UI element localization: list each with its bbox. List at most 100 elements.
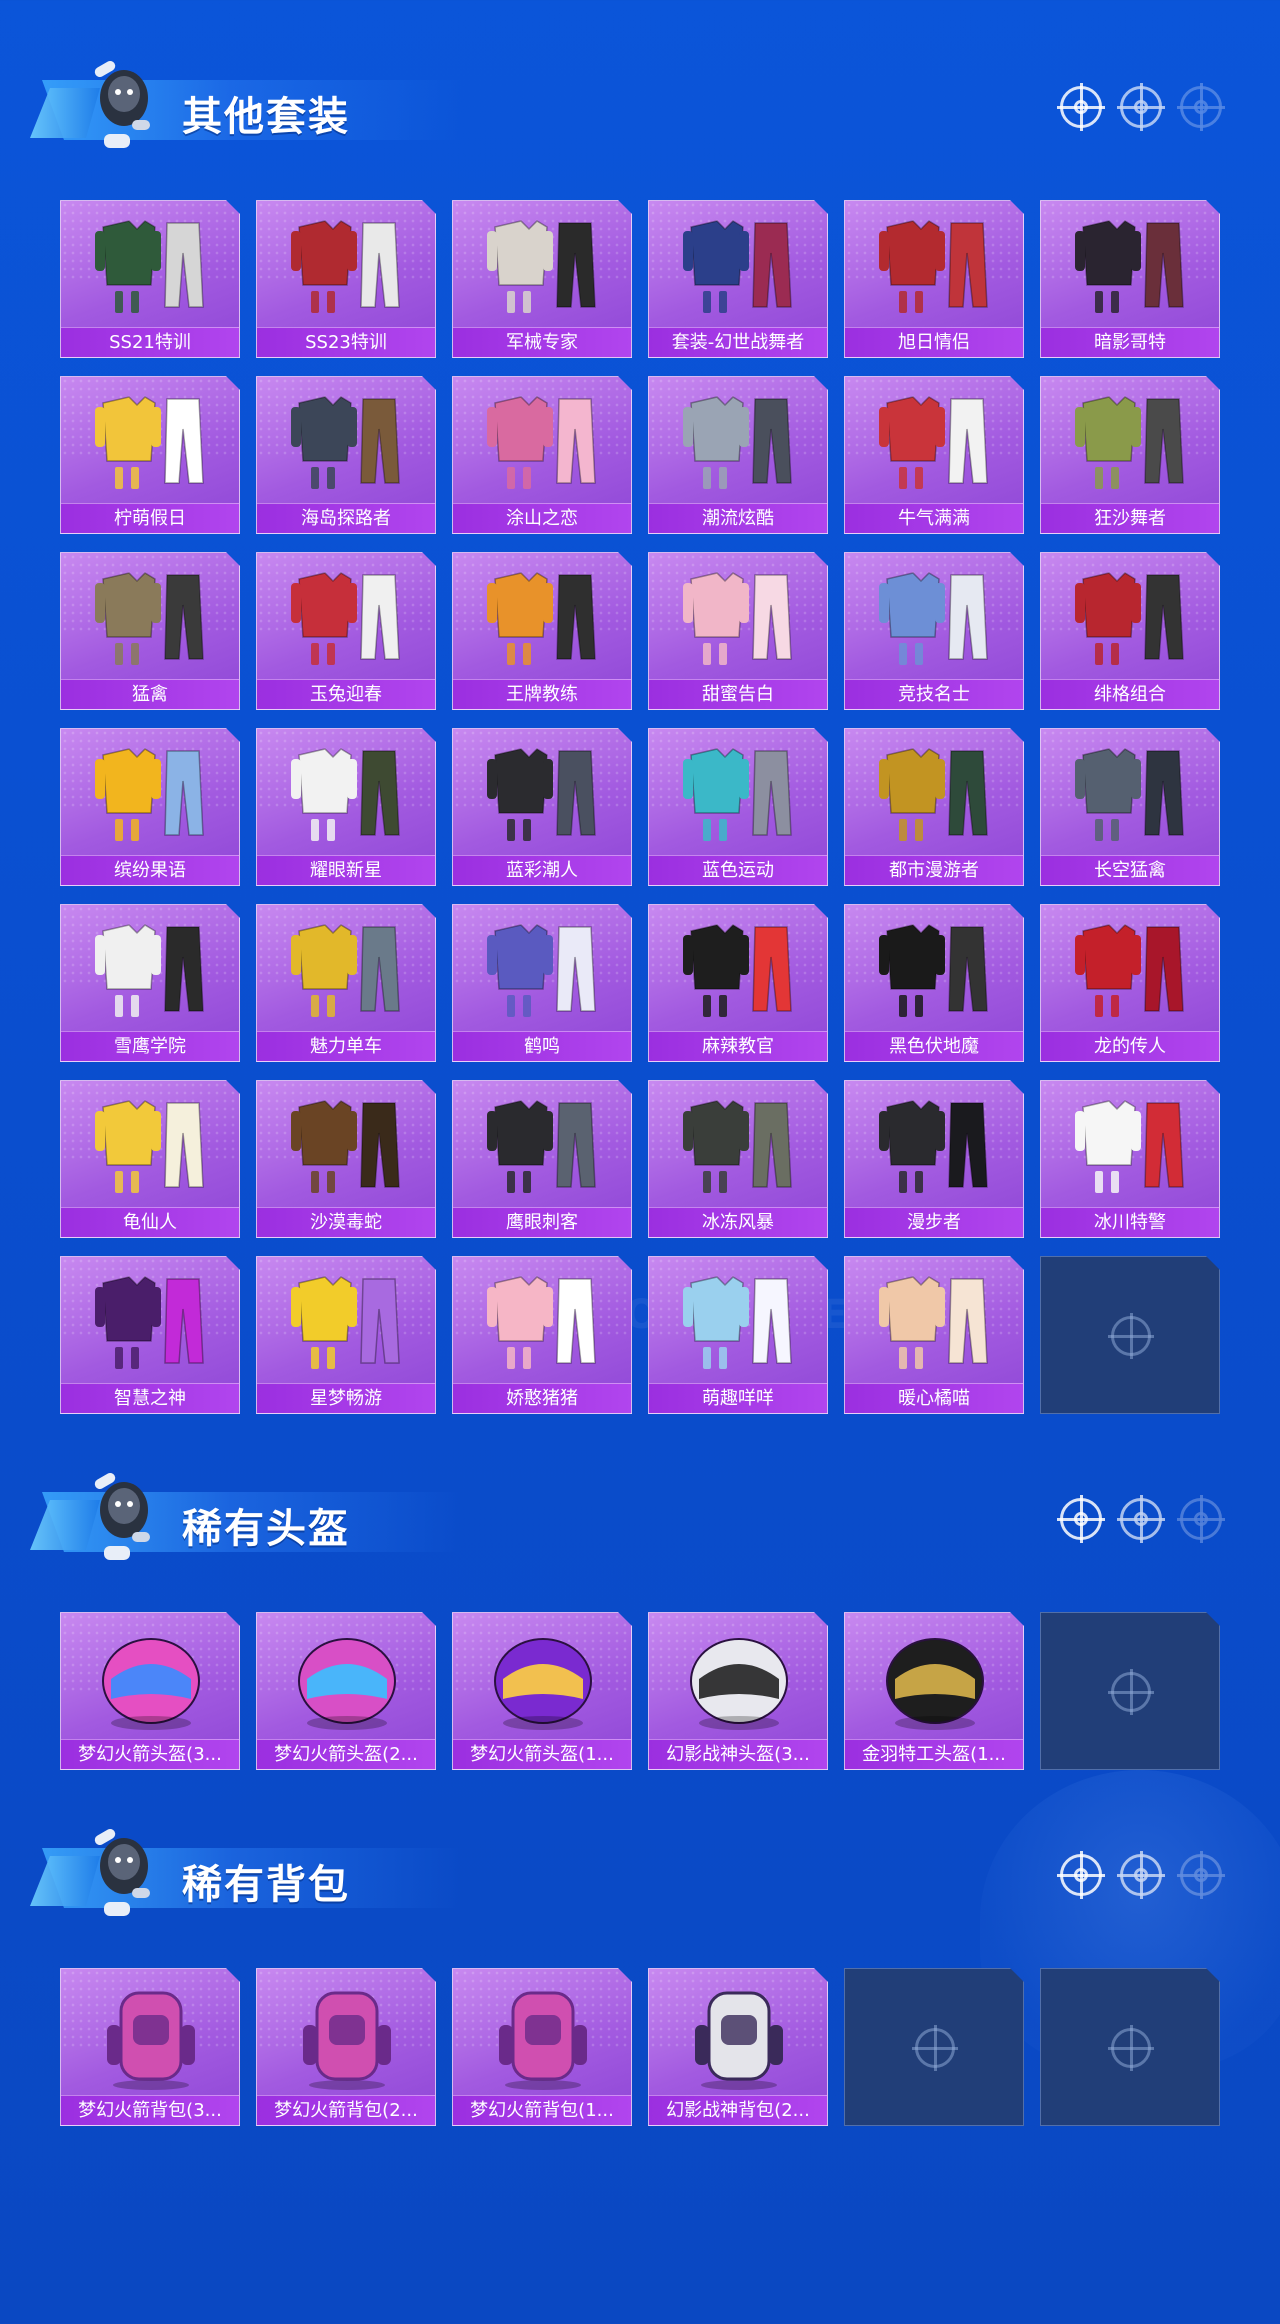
outfit-pink-robe-icon bbox=[473, 383, 613, 503]
crosshair-icon[interactable] bbox=[1177, 83, 1225, 131]
item-card[interactable]: 幻影战神头盔(3... bbox=[648, 1612, 828, 1770]
item-label: 竞技名士 bbox=[845, 679, 1023, 709]
backpack-pink-icon bbox=[277, 1975, 417, 2095]
outfit-red-plaid-icon bbox=[1061, 559, 1201, 679]
item-card[interactable]: 旭日情侣 bbox=[844, 200, 1024, 358]
outfit-yellow-tee-icon bbox=[277, 911, 417, 1031]
item-card[interactable]: 竞技名士 bbox=[844, 552, 1024, 710]
item-card[interactable]: 鹰眼刺客 bbox=[452, 1080, 632, 1238]
outfit-crane-hoodie-icon bbox=[473, 911, 613, 1031]
outfit-fruit-icon bbox=[81, 735, 221, 855]
item-card[interactable]: 智慧之神 bbox=[60, 1256, 240, 1414]
crosshair-icon[interactable] bbox=[1117, 1495, 1165, 1543]
item-card[interactable]: 柠萌假日 bbox=[60, 376, 240, 534]
item-card[interactable]: SS23特训 bbox=[256, 200, 436, 358]
empty-slot bbox=[1040, 1968, 1220, 2126]
item-card[interactable]: 萌趣咩咩 bbox=[648, 1256, 828, 1414]
item-card[interactable]: 梦幻火箭头盔(1... bbox=[452, 1612, 632, 1770]
item-card[interactable]: 王牌教练 bbox=[452, 552, 632, 710]
item-card[interactable]: 幻影战神背包(2... bbox=[648, 1968, 828, 2126]
item-card[interactable]: 玉兔迎春 bbox=[256, 552, 436, 710]
item-card[interactable]: 蓝色运动 bbox=[648, 728, 828, 886]
item-card[interactable]: 涂山之恋 bbox=[452, 376, 632, 534]
item-label: 冰川特警 bbox=[1041, 1207, 1219, 1237]
crosshair-icon[interactable] bbox=[1057, 1851, 1105, 1899]
item-card[interactable]: 黑色伏地魔 bbox=[844, 904, 1024, 1062]
outfit-orange-vest-icon bbox=[473, 559, 613, 679]
item-card[interactable]: 梦幻火箭背包(1... bbox=[452, 1968, 632, 2126]
outfit-silver-jacket-icon bbox=[669, 383, 809, 503]
outfit-desert-scarf-icon bbox=[1061, 383, 1201, 503]
item-card[interactable]: 暖心橘喵 bbox=[844, 1256, 1024, 1414]
item-label: 海岛探路者 bbox=[257, 503, 435, 533]
mascot-icon bbox=[88, 1818, 160, 1926]
outfit-black-hoodie-icon bbox=[865, 911, 1005, 1031]
item-card[interactable]: 漫步者 bbox=[844, 1080, 1024, 1238]
item-card[interactable]: 暗影哥特 bbox=[1040, 200, 1220, 358]
item-label: 鹰眼刺客 bbox=[453, 1207, 631, 1237]
item-card[interactable]: 娇憨猪猪 bbox=[452, 1256, 632, 1414]
item-card[interactable]: 甜蜜告白 bbox=[648, 552, 828, 710]
item-card[interactable]: 梦幻火箭背包(3... bbox=[60, 1968, 240, 2126]
crosshair-icon[interactable] bbox=[1057, 1495, 1105, 1543]
item-card[interactable]: 牛气满满 bbox=[844, 376, 1024, 534]
item-card[interactable]: 长空猛禽 bbox=[1040, 728, 1220, 886]
item-card[interactable]: 军械专家 bbox=[452, 200, 632, 358]
outfit-yellow-dress-icon bbox=[81, 383, 221, 503]
outfit-striped-icon bbox=[669, 911, 809, 1031]
outfit-red-jacket-icon bbox=[277, 207, 417, 327]
item-card[interactable]: 梦幻火箭头盔(2... bbox=[256, 1612, 436, 1770]
item-label: 梦幻火箭背包(1... bbox=[453, 2095, 631, 2125]
item-card[interactable]: 沙漠毒蛇 bbox=[256, 1080, 436, 1238]
backpack-pink-icon bbox=[81, 1975, 221, 2095]
helmet-white-icon bbox=[669, 1619, 809, 1739]
outfit-red-festive-icon bbox=[865, 383, 1005, 503]
item-card[interactable]: 冰川特警 bbox=[1040, 1080, 1220, 1238]
item-card[interactable]: 耀眼新星 bbox=[256, 728, 436, 886]
item-card[interactable]: 猛禽 bbox=[60, 552, 240, 710]
item-label: 狂沙舞者 bbox=[1041, 503, 1219, 533]
item-card[interactable]: 雪鹰学院 bbox=[60, 904, 240, 1062]
helmet-black-gold-icon bbox=[865, 1619, 1005, 1739]
crosshair-icon[interactable] bbox=[1117, 1851, 1165, 1899]
item-card[interactable]: 蓝彩潮人 bbox=[452, 728, 632, 886]
item-card[interactable]: 套装-幻世战舞者 bbox=[648, 200, 828, 358]
item-card[interactable]: 狂沙舞者 bbox=[1040, 376, 1220, 534]
item-card[interactable]: 冰冻风暴 bbox=[648, 1080, 828, 1238]
empty-slot bbox=[844, 1968, 1024, 2126]
item-card[interactable]: SS21特训 bbox=[60, 200, 240, 358]
outfit-khaki-icon bbox=[81, 559, 221, 679]
item-label: 麻辣教官 bbox=[649, 1031, 827, 1061]
item-card[interactable]: 海岛探路者 bbox=[256, 376, 436, 534]
backpack-pink-icon bbox=[473, 1975, 613, 2095]
helmet-purple-icon bbox=[473, 1619, 613, 1739]
item-card[interactable]: 龙的传人 bbox=[1040, 904, 1220, 1062]
crosshair-icon[interactable] bbox=[1177, 1851, 1225, 1899]
item-card[interactable]: 魅力单车 bbox=[256, 904, 436, 1062]
item-card[interactable]: 龟仙人 bbox=[60, 1080, 240, 1238]
section-header: 其他套装 bbox=[30, 50, 462, 160]
item-card[interactable]: 金羽特工头盔(1... bbox=[844, 1612, 1024, 1770]
item-card[interactable]: 星梦畅游 bbox=[256, 1256, 436, 1414]
crosshair-icon[interactable] bbox=[1117, 83, 1165, 131]
item-card[interactable]: 梦幻火箭背包(2... bbox=[256, 1968, 436, 2126]
crosshair-icon[interactable] bbox=[1177, 1495, 1225, 1543]
item-card[interactable]: 麻辣教官 bbox=[648, 904, 828, 1062]
item-card[interactable]: 梦幻火箭头盔(3... bbox=[60, 1612, 240, 1770]
outfit-yellow-hood-icon bbox=[865, 735, 1005, 855]
item-label: 娇憨猪猪 bbox=[453, 1383, 631, 1413]
item-card[interactable]: 潮流炫酷 bbox=[648, 376, 828, 534]
item-card[interactable]: 缤纷果语 bbox=[60, 728, 240, 886]
outfit-teal-sport-icon bbox=[669, 735, 809, 855]
item-label: 暖心橘喵 bbox=[845, 1383, 1023, 1413]
item-label: 冰冻风暴 bbox=[649, 1207, 827, 1237]
item-label: 军械专家 bbox=[453, 327, 631, 357]
item-label: 旭日情侣 bbox=[845, 327, 1023, 357]
item-card[interactable]: 鹤鸣 bbox=[452, 904, 632, 1062]
crosshair-icon[interactable] bbox=[1057, 83, 1105, 131]
item-card[interactable]: 绯格组合 bbox=[1040, 552, 1220, 710]
item-label: 龟仙人 bbox=[61, 1207, 239, 1237]
outfit-pink-icon bbox=[669, 559, 809, 679]
page-indicator bbox=[1057, 83, 1230, 136]
item-card[interactable]: 都市漫游者 bbox=[844, 728, 1024, 886]
